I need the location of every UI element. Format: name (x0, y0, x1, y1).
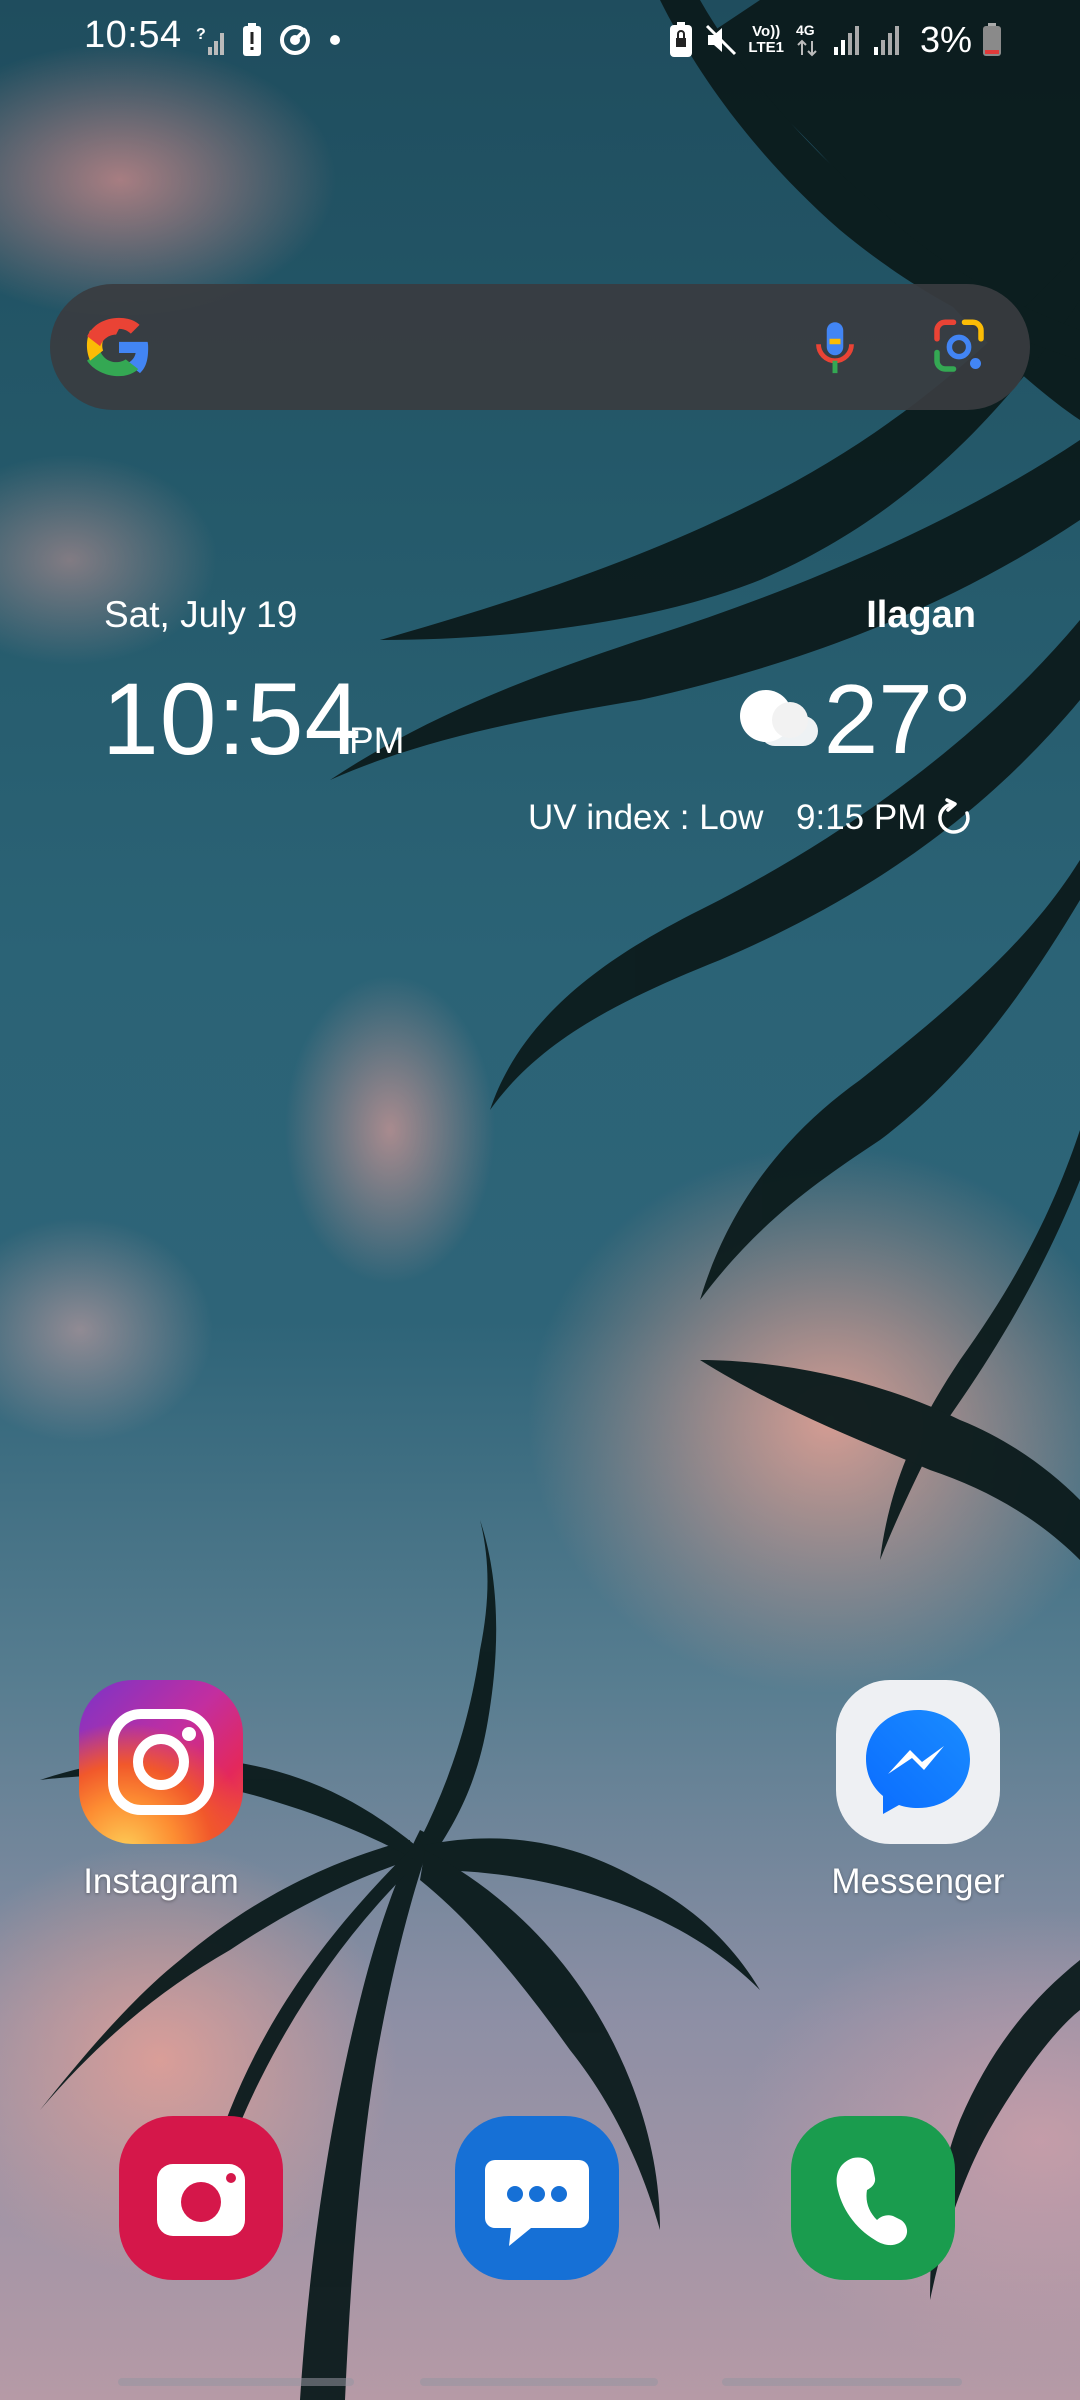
signal-icon (832, 23, 862, 57)
app-label-instagram: Instagram (83, 1862, 239, 1901)
app-label-messenger: Messenger (831, 1862, 1005, 1901)
page-indicator (0, 2378, 1080, 2388)
lock-battery-icon (668, 22, 694, 58)
messages-icon[interactable] (455, 2116, 619, 2280)
instagram-icon (79, 1680, 243, 1844)
uv-index: UV index : Low (528, 798, 764, 837)
battery-low-icon (982, 23, 1002, 57)
signal-unknown-icon: ? (196, 23, 226, 57)
status-bar: 10:54 ? Vo)) LTE1 4G 3% (0, 0, 1080, 78)
phone-icon[interactable] (791, 2116, 955, 2280)
lens-icon[interactable] (926, 314, 992, 380)
camera-icon[interactable] (119, 2116, 283, 2280)
focus-mode-icon (278, 23, 312, 57)
app-messenger[interactable]: Messenger (818, 1680, 1018, 1902)
mic-icon[interactable] (802, 314, 868, 380)
notification-dot-icon (328, 33, 342, 47)
status-left-icons: ? (196, 20, 342, 60)
page-indicator-1 (118, 2378, 354, 2386)
weather-updated-time: 9:15 PM (796, 798, 927, 837)
svg-text:4G: 4G (796, 22, 815, 38)
signal-icon-2 (872, 23, 902, 57)
battery-alert-icon (242, 23, 262, 57)
partly-cloudy-night-icon (740, 690, 818, 746)
app-instagram[interactable]: Instagram (61, 1680, 261, 1902)
battery-percent: 3% (919, 19, 972, 60)
status-right-icons: Vo)) LTE1 4G 3% (668, 18, 1002, 62)
widget-date[interactable]: Sat, July 19 (104, 594, 297, 636)
refresh-icon[interactable] (934, 798, 974, 838)
status-time: 10:54 (84, 14, 182, 56)
page-indicator-3 (722, 2378, 962, 2386)
volte-icon: Vo)) LTE1 (748, 23, 784, 56)
weather-location[interactable]: Ilagan (866, 594, 976, 637)
widget-clock[interactable]: 10:54 (102, 664, 362, 774)
google-search-bar[interactable] (50, 284, 1030, 410)
network-4g-icon: 4G (794, 21, 822, 59)
svg-text:?: ? (196, 26, 206, 43)
widget-ampm: PM (349, 720, 405, 761)
weather-temperature[interactable]: 27° (824, 664, 972, 774)
page-indicator-2 (420, 2378, 658, 2386)
messenger-icon (836, 1680, 1000, 1844)
google-logo (86, 317, 149, 377)
mute-icon (704, 23, 738, 57)
